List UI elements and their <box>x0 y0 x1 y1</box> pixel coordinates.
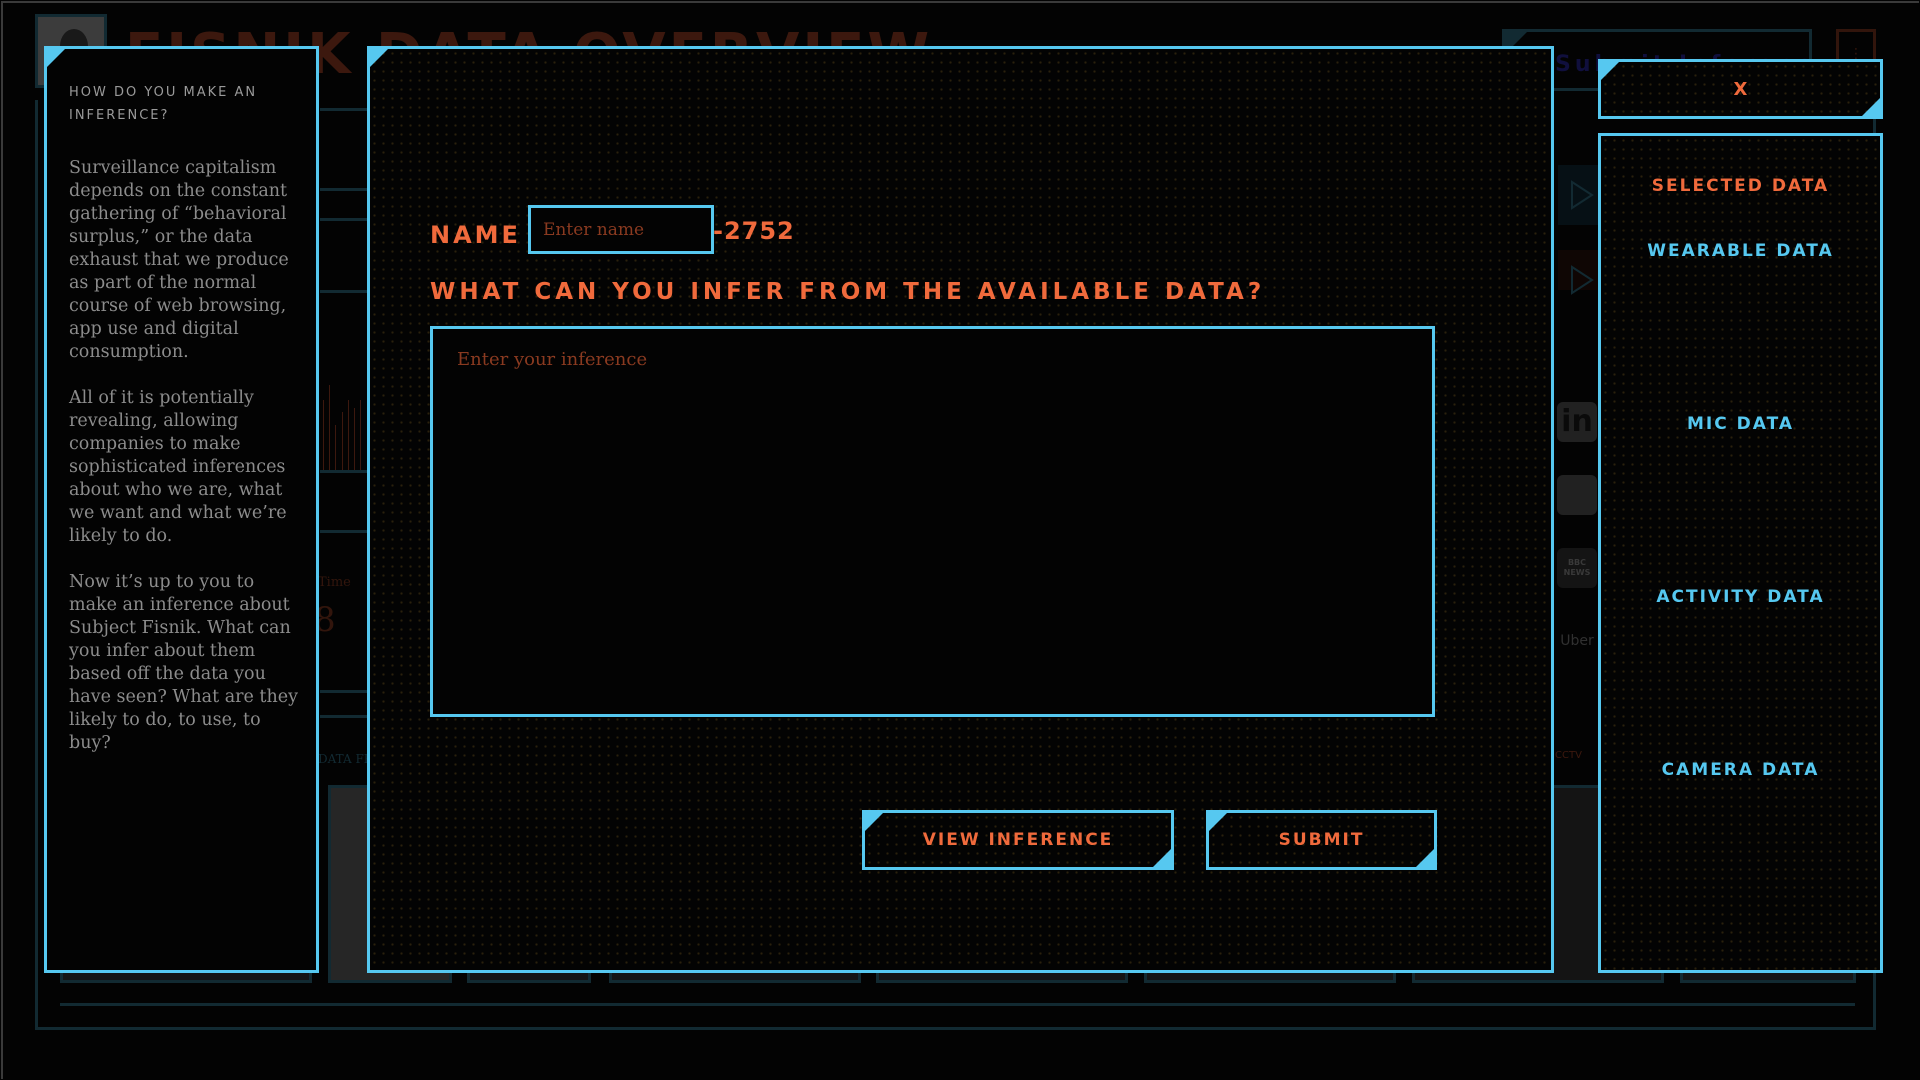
info-paragraph: Now it’s up to you to make an inference … <box>69 572 298 753</box>
divider <box>320 218 367 221</box>
bbc-news-icon: BBC NEWS <box>1557 548 1597 588</box>
view-inference-button[interactable]: View Inference <box>862 810 1174 870</box>
inference-textarea[interactable] <box>430 326 1435 717</box>
snapchat-icon <box>1557 475 1597 515</box>
data-item-activity[interactable]: Activity Data <box>1601 587 1880 607</box>
info-title: How do you make an inference? <box>69 85 258 123</box>
play-icon <box>1558 165 1598 225</box>
name-suffix: -2752 <box>713 217 795 245</box>
linkedin-icon: in <box>1557 402 1597 442</box>
inference-modal: Name -2752 What can you infer from the a… <box>367 46 1554 973</box>
selected-data-heading: Selected Data <box>1651 176 1830 196</box>
data-item-camera[interactable]: Camera Data <box>1601 760 1880 780</box>
data-item-mic[interactable]: Mic Data <box>1601 414 1880 434</box>
info-paragraph: All of it is potentially revealing, allo… <box>69 388 287 546</box>
divider <box>320 188 367 191</box>
time-label: Time <box>318 575 351 590</box>
divider <box>320 470 367 473</box>
info-body: Surveillance capitalism depends on the c… <box>69 157 301 778</box>
name-label: Name <box>430 221 521 249</box>
view-inference-label: View Inference <box>922 830 1114 850</box>
inference-question: What can you infer from the available da… <box>430 279 1266 305</box>
divider <box>60 1003 1855 1006</box>
divider <box>320 290 367 293</box>
divider <box>320 108 367 111</box>
divider <box>320 690 367 693</box>
data-item-wearable[interactable]: Wearable Data <box>1601 241 1880 261</box>
cctv-label: CCTV <box>1555 750 1582 761</box>
close-button[interactable]: X <box>1598 59 1883 119</box>
divider <box>320 530 367 533</box>
inference-info-panel: How do you make an inference? Surveillan… <box>44 46 319 973</box>
selected-data-panel: Selected Data Wearable Data Mic Data Act… <box>1598 133 1883 973</box>
play-icon <box>1558 250 1598 295</box>
activity-bars <box>320 375 365 470</box>
submit-button[interactable]: Submit <box>1206 810 1437 870</box>
close-icon: X <box>1733 78 1748 100</box>
divider <box>320 715 367 718</box>
info-paragraph: Surveillance capitalism depends on the c… <box>69 158 289 362</box>
name-input[interactable] <box>528 205 714 254</box>
uber-icon: Uber <box>1560 633 1594 649</box>
submit-label: Submit <box>1278 830 1365 850</box>
